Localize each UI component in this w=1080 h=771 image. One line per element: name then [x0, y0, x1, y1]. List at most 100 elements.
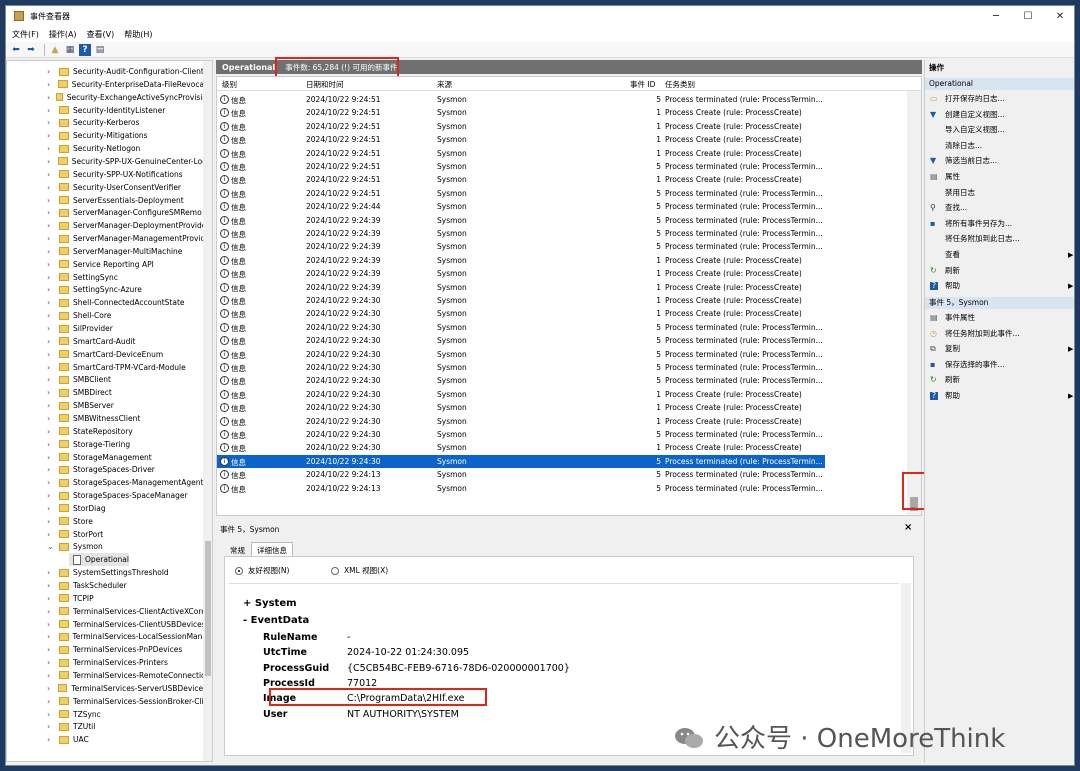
- table-row[interactable]: i 信息 2024/10/22 9:24:30 Sysmon 1 Process Crea…: [217, 294, 825, 307]
- tree-item[interactable]: › TerminalServices-ServerUSBDevices: [7, 682, 207, 695]
- action-item[interactable]: 将任务附加到此日志...: [925, 232, 1074, 246]
- table-row[interactable]: i 信息 2024/10/22 9:24:51 Sysmon 5 Process term…: [217, 187, 825, 200]
- radio-xml-view[interactable]: XML 视图(X): [331, 565, 388, 576]
- tree-item[interactable]: › Security-SPP-UX-Notifications: [7, 168, 207, 181]
- expand-chevron-icon[interactable]: ›: [47, 401, 55, 410]
- tree-item[interactable]: › Security-Audit-Configuration-Client: [7, 65, 207, 78]
- tree-item[interactable]: › Security-EnterpriseData-FileRevocat: [7, 78, 207, 91]
- expand-chevron-icon[interactable]: ›: [47, 594, 55, 603]
- tree-item[interactable]: › StateRepository: [7, 425, 207, 438]
- tree-item[interactable]: › StorageManagement: [7, 451, 207, 464]
- tree-item[interactable]: › Service Reporting API: [7, 258, 207, 271]
- expand-chevron-icon[interactable]: ›: [47, 440, 55, 449]
- menu-file[interactable]: 文件(F): [12, 29, 39, 40]
- table-row[interactable]: i 信息 2024/10/22 9:24:30 Sysmon 5 Process term…: [217, 454, 825, 469]
- action-item[interactable]: ▪ 将所有事件另存为...: [925, 217, 1074, 231]
- tree-item[interactable]: › StorDiag: [7, 502, 207, 515]
- col-event-id[interactable]: 事件 ID: [630, 79, 655, 90]
- table-row[interactable]: i 信息 2024/10/22 9:24:30 Sysmon 5 Process term…: [217, 321, 825, 334]
- expand-chevron-icon[interactable]: ›: [47, 106, 55, 115]
- action-item[interactable]: ⚲ 查找...: [925, 201, 1074, 215]
- action-item[interactable]: 导入自定义视图...: [925, 123, 1074, 137]
- tree-item[interactable]: › Security-SPP-UX-GenuineCenter-Log: [7, 155, 207, 168]
- table-row[interactable]: i 信息 2024/10/22 9:24:30 Sysmon 5 Process term…: [217, 361, 825, 374]
- table-row[interactable]: i 信息 2024/10/22 9:24:30 Sysmon 1 Process Crea…: [217, 401, 825, 414]
- expand-chevron-icon[interactable]: ›: [47, 93, 52, 102]
- tree-item[interactable]: › TerminalServices-SessionBroker-Cli: [7, 695, 207, 708]
- tree-item[interactable]: ⌄ Sysmon: [7, 540, 207, 553]
- tree-item[interactable]: › Storage-Tiering: [7, 438, 207, 451]
- expand-chevron-icon[interactable]: ›: [47, 581, 55, 590]
- actions-section-event[interactable]: 事件 5，Sysmon: [925, 297, 1074, 309]
- tree-item[interactable]: › ServerManager-ManagementProvic: [7, 232, 207, 245]
- expand-chevron-icon[interactable]: ›: [47, 504, 55, 513]
- expand-chevron-icon[interactable]: ›: [47, 311, 55, 320]
- show-hide-tree-icon[interactable]: ▦: [64, 44, 76, 56]
- col-source[interactable]: 来源: [437, 79, 452, 90]
- expand-chevron-icon[interactable]: ›: [47, 157, 54, 166]
- table-row[interactable]: i 信息 2024/10/22 9:24:30 Sysmon 1 Process Crea…: [217, 307, 825, 320]
- tab-details[interactable]: 详细信息: [251, 542, 293, 556]
- expand-chevron-icon[interactable]: ›: [47, 298, 55, 307]
- action-item[interactable]: ◷ 将任务附加到此事件...: [925, 327, 1074, 341]
- tree-item[interactable]: › SMBWitnessClient: [7, 412, 207, 425]
- expand-chevron-icon[interactable]: ›: [47, 80, 54, 89]
- eventdata-section-toggle[interactable]: - EventData: [243, 615, 309, 626]
- expand-chevron-icon[interactable]: ›: [47, 196, 55, 205]
- tree-item[interactable]: › Shell-Core: [7, 309, 207, 322]
- back-icon[interactable]: ⬅: [10, 44, 22, 56]
- expand-chevron-icon[interactable]: ›: [47, 632, 55, 641]
- tree-item[interactable]: › TerminalServices-LocalSessionMana: [7, 630, 207, 643]
- table-row[interactable]: i 信息 2024/10/22 9:24:51 Sysmon 1 Process Crea…: [217, 106, 825, 119]
- tree-item[interactable]: › Store: [7, 515, 207, 528]
- table-row[interactable]: i 信息 2024/10/22 9:24:51 Sysmon 5 Process term…: [217, 160, 825, 173]
- tree-item[interactable]: › TZSync: [7, 708, 207, 721]
- system-section-toggle[interactable]: + System: [243, 598, 297, 609]
- action-item[interactable]: 查看 ▶: [925, 248, 1074, 262]
- expand-chevron-icon[interactable]: ›: [47, 170, 55, 179]
- tree-item[interactable]: › Security-UserConsentVerifier: [7, 181, 207, 194]
- table-row[interactable]: i 信息 2024/10/22 9:24:30 Sysmon 1 Process Crea…: [217, 415, 825, 428]
- tree-item[interactable]: › TerminalServices-ClientActiveXCore: [7, 605, 207, 618]
- expand-chevron-icon[interactable]: ›: [47, 363, 55, 372]
- expand-chevron-icon[interactable]: ›: [47, 517, 55, 526]
- expand-chevron-icon[interactable]: ›: [47, 234, 55, 243]
- tree-item[interactable]: Operational: [69, 553, 129, 567]
- tree-item[interactable]: › StorageSpaces-ManagementAgent: [7, 476, 207, 489]
- expand-chevron-icon[interactable]: ⌄: [47, 542, 55, 551]
- expand-chevron-icon[interactable]: ›: [47, 273, 55, 282]
- expand-chevron-icon[interactable]: ›: [47, 453, 55, 462]
- table-row[interactable]: i 信息 2024/10/22 9:24:39 Sysmon 1 Process Crea…: [217, 281, 825, 294]
- expand-chevron-icon[interactable]: ›: [47, 285, 55, 294]
- tree-item[interactable]: › TZUtil: [7, 720, 207, 733]
- tree-scrollbar-thumb[interactable]: [205, 541, 211, 676]
- tree-item[interactable]: › SmartCard-DeviceEnum: [7, 348, 207, 361]
- expand-chevron-icon[interactable]: ›: [47, 607, 55, 616]
- table-row[interactable]: i 信息 2024/10/22 9:24:13 Sysmon 5 Process term…: [217, 482, 825, 495]
- expand-chevron-icon[interactable]: ›: [47, 530, 55, 539]
- action-item[interactable]: ⧉ 复制 ▶: [925, 342, 1074, 356]
- action-item[interactable]: ▼ 筛选当前日志...: [925, 154, 1074, 168]
- table-row[interactable]: i 信息 2024/10/22 9:24:51 Sysmon 1 Process Crea…: [217, 133, 825, 146]
- expand-chevron-icon[interactable]: ›: [47, 697, 55, 706]
- table-row[interactable]: i 信息 2024/10/22 9:24:51 Sysmon 1 Process Crea…: [217, 120, 825, 133]
- action-pane-icon[interactable]: ▤: [94, 44, 106, 56]
- tree-item[interactable]: › ServerEssentials-Deployment: [7, 194, 207, 207]
- col-task-category[interactable]: 任务类别: [665, 79, 695, 90]
- forward-icon[interactable]: ➡: [25, 44, 37, 56]
- table-row[interactable]: i 信息 2024/10/22 9:24:39 Sysmon 1 Process Crea…: [217, 254, 825, 267]
- detail-close-button[interactable]: ×: [904, 522, 912, 533]
- expand-chevron-icon[interactable]: ›: [47, 337, 55, 346]
- menu-view[interactable]: 查看(V): [87, 29, 115, 40]
- table-row[interactable]: i 信息 2024/10/22 9:24:30 Sysmon 5 Process term…: [217, 374, 825, 387]
- action-item[interactable]: ↻ 刷新: [925, 373, 1074, 387]
- expand-chevron-icon[interactable]: ›: [47, 478, 55, 487]
- expand-chevron-icon[interactable]: ›: [47, 247, 55, 256]
- expand-chevron-icon[interactable]: ›: [47, 118, 55, 127]
- menu-action[interactable]: 操作(A): [49, 29, 77, 40]
- actions-section-log[interactable]: Operational: [925, 78, 1074, 90]
- tree-item[interactable]: › TerminalServices-PnPDevices: [7, 643, 207, 656]
- tree-item[interactable]: › UAC: [7, 733, 207, 746]
- tree-item[interactable]: › SettingSync-Azure: [7, 283, 207, 296]
- action-item[interactable]: ▤ 事件属性: [925, 311, 1074, 325]
